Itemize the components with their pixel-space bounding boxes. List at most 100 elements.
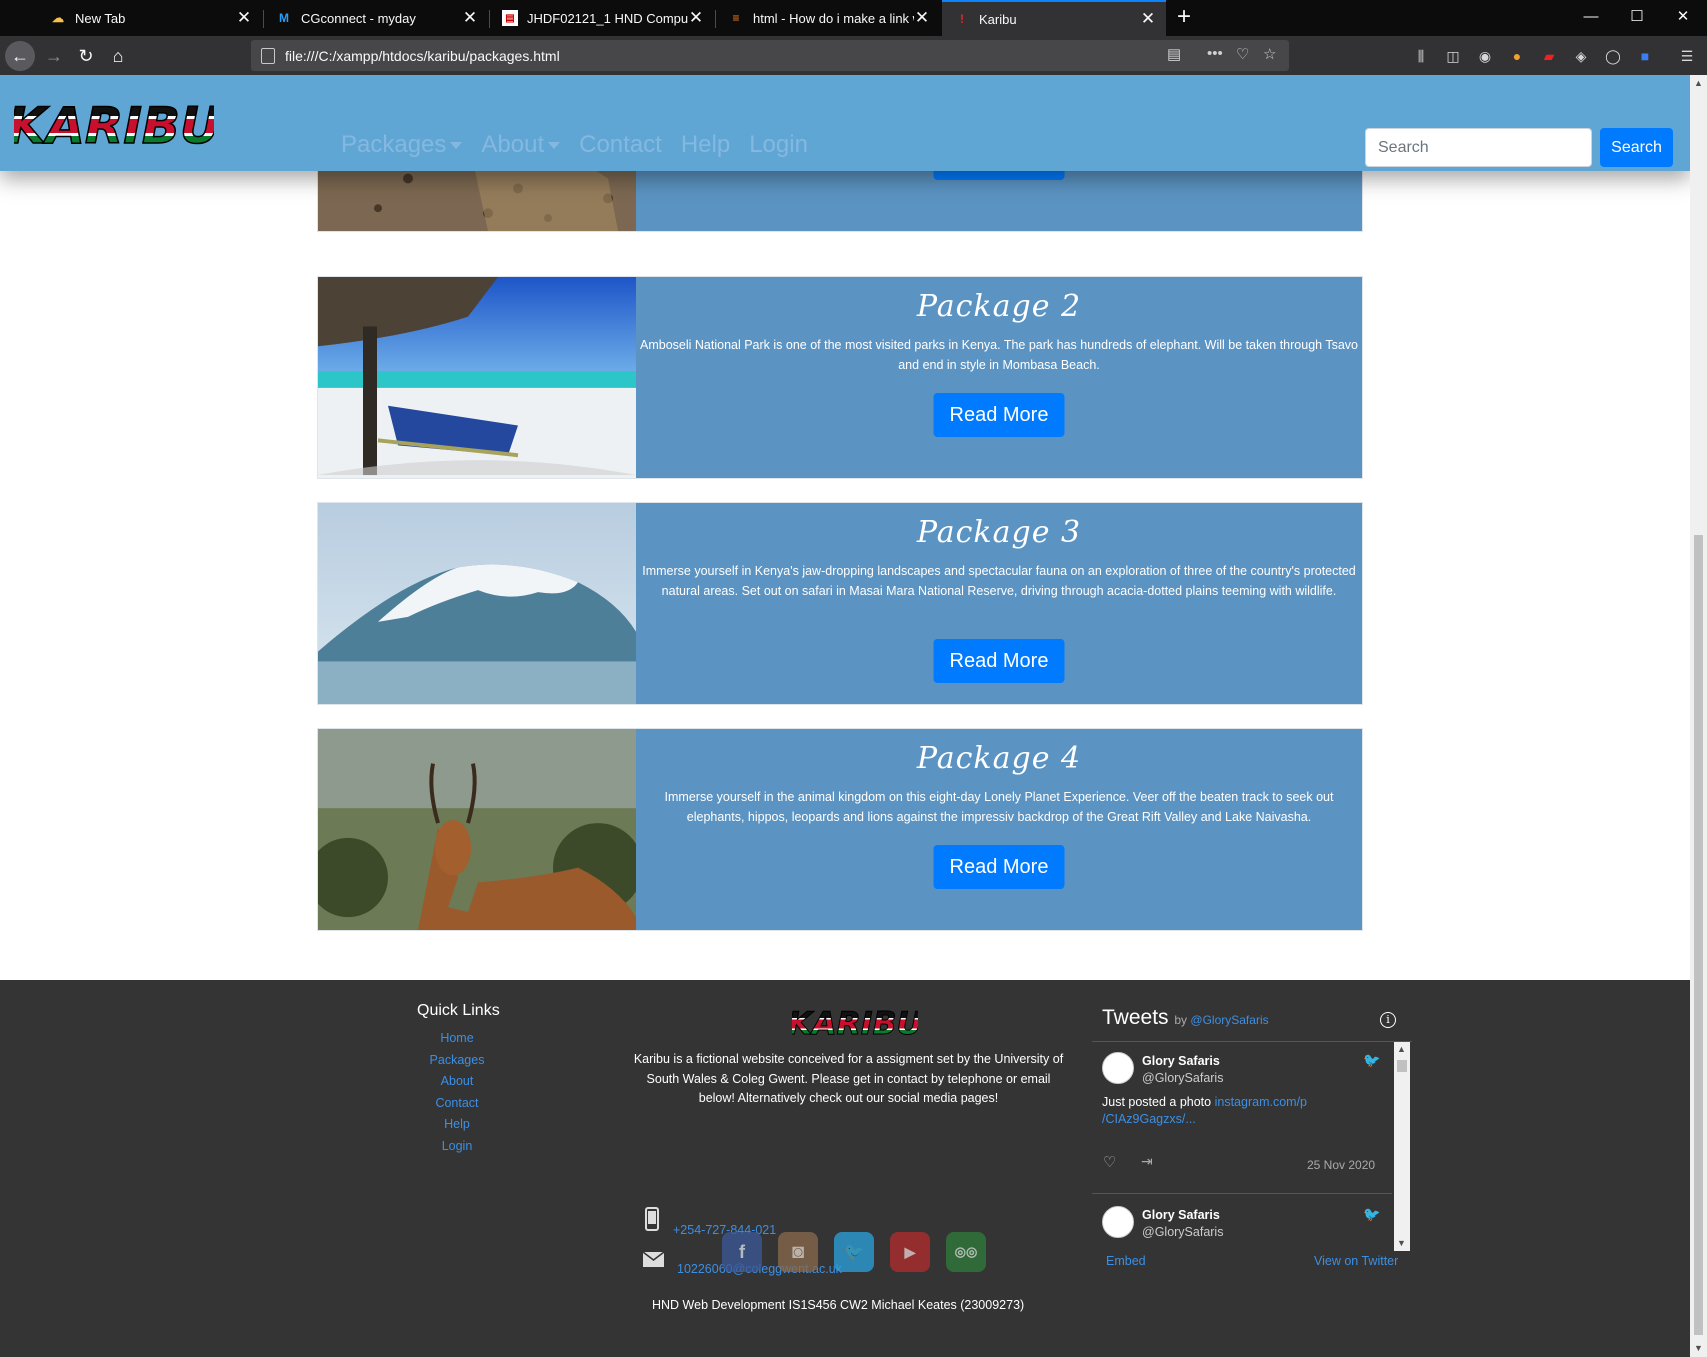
home-button[interactable]: ⌂ [103, 41, 133, 71]
close-icon[interactable]: ✕ [688, 8, 704, 28]
twitter-icon[interactable]: 🐦 [834, 1232, 874, 1272]
avatar[interactable] [1102, 1206, 1134, 1238]
youtube-icon[interactable]: ▶ [890, 1232, 930, 1272]
tweet-author-handle[interactable]: @GlorySafaris [1142, 1225, 1223, 1239]
youtube-glyph: ▶ [904, 1243, 916, 1260]
karibu-icon: ! [960, 12, 964, 26]
close-icon[interactable]: ✕ [462, 8, 478, 28]
quick-link-login[interactable]: Login [380, 1136, 534, 1158]
tweet-text: Just posted a photo instagram.com/p /CIA… [1102, 1094, 1307, 1128]
library-icon[interactable]: ⫼ [1412, 47, 1430, 65]
tweet-author-handle[interactable]: @GlorySafaris [1142, 1071, 1223, 1085]
maximize-button[interactable]: ☐ [1614, 0, 1660, 34]
embed-link[interactable]: Embed [1106, 1254, 1146, 1268]
shield-icon[interactable]: ◈ [1572, 47, 1590, 65]
extension-u-icon[interactable]: ■ [1636, 47, 1654, 65]
page-actions-icon[interactable]: ••• [1207, 45, 1223, 62]
read-more-button[interactable]: Read More [933, 393, 1065, 437]
nav-help[interactable]: Help [681, 131, 730, 159]
forward-button[interactable]: → [39, 41, 69, 71]
new-tab-button[interactable]: + [1172, 4, 1196, 32]
tab-new-tab[interactable]: ☁ New Tab ✕ [38, 0, 262, 36]
back-button[interactable]: ← [5, 41, 35, 71]
nav-packages[interactable]: Packages [341, 131, 463, 159]
search-input[interactable]: Search [1365, 128, 1592, 167]
quick-link-contact[interactable]: Contact [380, 1093, 534, 1115]
scroll-down-arrow-icon[interactable]: ▼ [1693, 1343, 1704, 1353]
sidebar-icon[interactable]: ◫ [1444, 47, 1462, 65]
nav-about[interactable]: About [481, 131, 561, 159]
facebook-icon[interactable]: f [722, 1232, 762, 1272]
tweets-by: by @GlorySafaris [1174, 1013, 1268, 1027]
twitter-timeline-widget: Tweets by @GlorySafaris i Glory Safaris … [1092, 1004, 1412, 1268]
like-heart-icon[interactable]: ♡ [1103, 1153, 1116, 1171]
tweet-link[interactable]: instagram.com/p [1215, 1095, 1307, 1109]
url-bar[interactable]: file:///C:/xampp/htdocs/karibu/packages.… [251, 40, 1289, 71]
package-description: Immerse yourself in Kenya's jaw-dropping… [642, 564, 1356, 598]
site-footer: Quick Links Home Packages About Contact … [0, 980, 1690, 1357]
view-on-twitter-link[interactable]: View on Twitter [1314, 1254, 1398, 1268]
tweets-scrollbar[interactable]: ▲ ▼ [1394, 1042, 1410, 1251]
web-page: KARIBU Packages About Contact Help Login… [0, 75, 1690, 1357]
package-card-2: Package 2 Amboseli National Park is one … [317, 276, 1363, 479]
tab-title: html - How do i make a link wh [753, 10, 914, 26]
tab-karibu[interactable]: ! Karibu ✕ [942, 0, 1166, 36]
beach-photo [318, 277, 636, 478]
close-icon[interactable]: ✕ [236, 8, 252, 28]
nav-login[interactable]: Login [749, 131, 808, 159]
karibu-logo[interactable]: KARIBU [14, 95, 214, 153]
extension-circle-icon[interactable]: ◯ [1604, 47, 1622, 65]
read-more-button[interactable]: Read More [933, 639, 1065, 683]
close-icon[interactable]: ✕ [914, 8, 930, 28]
search-button[interactable]: Search [1600, 128, 1673, 167]
reader-view-icon[interactable]: ▤ [1167, 45, 1181, 63]
tweet-author-name[interactable]: Glory Safaris [1142, 1054, 1220, 1068]
quick-link-packages[interactable]: Packages [380, 1050, 534, 1072]
close-window-button[interactable]: ✕ [1660, 0, 1706, 34]
close-icon[interactable]: ✕ [1140, 9, 1156, 29]
main-menu: Packages About Contact Help Login [341, 131, 808, 159]
tweets-scrollbar-thumb[interactable] [1397, 1060, 1407, 1072]
page-scrollbar-thumb[interactable] [1694, 535, 1703, 1335]
footer-credit: HND Web Development IS1S456 CW2 Michael … [652, 1298, 1025, 1312]
scroll-up-arrow-icon[interactable]: ▲ [1397, 1044, 1406, 1054]
info-icon[interactable]: i [1380, 1012, 1396, 1028]
stackoverflow-icon: ≡ [732, 11, 740, 25]
scroll-down-arrow-icon[interactable]: ▼ [1397, 1238, 1406, 1248]
tripadvisor-icon[interactable]: ◎◎ [946, 1232, 986, 1272]
phone-icon [645, 1207, 659, 1231]
chevron-down-icon [450, 141, 463, 149]
extension-c-icon[interactable]: ● [1508, 47, 1526, 65]
scroll-up-arrow-icon[interactable]: ▲ [1693, 78, 1704, 88]
page-scrollbar[interactable]: ▲ ▼ [1690, 75, 1707, 1357]
tab-cgconnect[interactable]: M CGconnect - myday ✕ [264, 0, 488, 36]
read-more-button[interactable]: Read More [933, 845, 1065, 889]
tweet-author-name[interactable]: Glory Safaris [1142, 1208, 1220, 1222]
tweet-link-continued[interactable]: /CIAz9Gagzxs/... [1102, 1112, 1196, 1126]
menu-icon[interactable]: ☰ [1678, 47, 1696, 65]
extension-pen-icon[interactable]: ▰ [1540, 47, 1558, 65]
share-icon[interactable]: ⇥ [1141, 1153, 1153, 1170]
instagram-icon[interactable]: ◙ [778, 1232, 818, 1272]
minimize-button[interactable]: — [1568, 0, 1614, 34]
pocket-icon[interactable]: ♡ [1236, 45, 1249, 63]
tab-jhdf[interactable]: ▤ JHDF02121_1 HND Computing ✕ [490, 0, 714, 36]
tweet: Glory Safaris @GlorySafaris 🐦 Just poste… [1092, 1042, 1392, 1194]
tweets-handle-link[interactable]: @GlorySafaris [1190, 1013, 1268, 1027]
tweets-header: Tweets by @GlorySafaris [1102, 1006, 1269, 1030]
account-icon[interactable]: ◉ [1476, 47, 1494, 65]
quick-link-help[interactable]: Help [380, 1114, 534, 1136]
quick-link-about[interactable]: About [380, 1071, 534, 1093]
cgconnect-icon: M [279, 11, 289, 25]
tweet-date[interactable]: 25 Nov 2020 [1307, 1158, 1375, 1172]
tripadvisor-glyph: ◎◎ [954, 1244, 978, 1259]
reload-button[interactable]: ↻ [71, 41, 101, 71]
twitter-bird-icon[interactable]: 🐦 [1363, 1052, 1380, 1069]
tab-stackoverflow[interactable]: ≡ html - How do i make a link wh ✕ [716, 0, 940, 36]
quick-link-home[interactable]: Home [380, 1028, 534, 1050]
package-card-body: Package 3 Immerse yourself in Kenya's ja… [636, 503, 1362, 704]
bookmark-star-icon[interactable]: ☆ [1263, 45, 1276, 63]
nav-contact[interactable]: Contact [579, 131, 662, 159]
avatar[interactable] [1102, 1052, 1134, 1084]
twitter-bird-icon[interactable]: 🐦 [1363, 1206, 1380, 1223]
